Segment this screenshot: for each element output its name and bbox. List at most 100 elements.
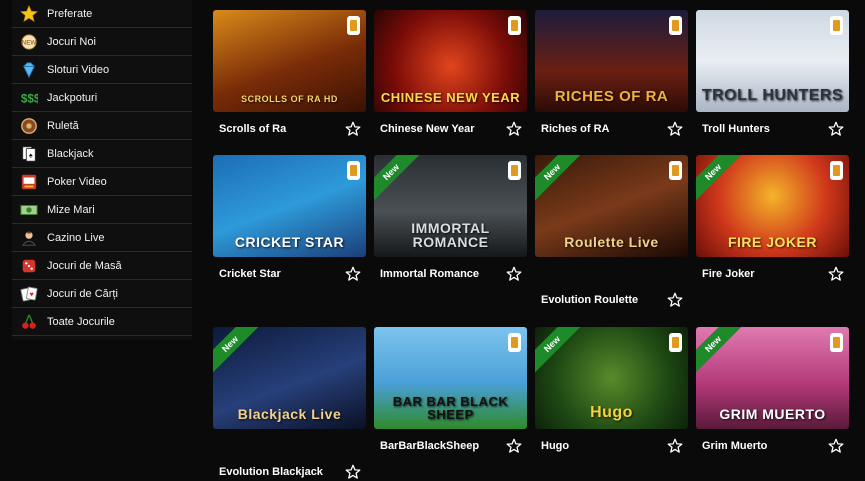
- cards-icon: ♠: [18, 145, 40, 163]
- sidebar-item-blackjack[interactable]: ♠ Blackjack: [12, 140, 192, 168]
- game-art-title: CHINESE NEW YEAR: [380, 90, 521, 105]
- game-thumbnail[interactable]: RICHES OF RA: [535, 10, 688, 112]
- svg-text:NEW: NEW: [22, 39, 37, 46]
- favorite-star-icon[interactable]: [506, 121, 522, 137]
- roulette-icon: [18, 117, 40, 135]
- game-art-title: IMMORTAL ROMANCE: [411, 220, 490, 250]
- game-art-title: CRICKET STAR: [234, 234, 345, 250]
- sidebar-item-ruletă[interactable]: Ruletă: [12, 112, 192, 140]
- mobile-phone-icon: [669, 333, 682, 352]
- sidebar-item-label: Sloturi Video: [47, 63, 110, 76]
- game-thumbnail[interactable]: Roulette Live New: [535, 155, 688, 257]
- game-art-title: TROLL HUNTERS: [701, 87, 844, 104]
- game-card[interactable]: CRICKET STAR Cricket Star: [213, 155, 366, 283]
- sidebar-item-toate-jocurile[interactable]: Toate Jocurile: [12, 308, 192, 336]
- sidebar-item-sloturi-video[interactable]: Sloturi Video: [12, 56, 192, 84]
- game-card[interactable]: FIRE JOKER New Fire Joker: [696, 155, 849, 283]
- sidebar-item-label: Ruletă: [47, 119, 79, 132]
- dice-icon: [18, 257, 40, 275]
- diamond-icon: [18, 61, 40, 79]
- favorite-star-icon[interactable]: [506, 266, 522, 282]
- cash-icon: [18, 201, 40, 219]
- game-art-title: SCROLLS OF RA HD: [241, 94, 338, 104]
- game-card[interactable]: BAR BAR BLACK SHEEP BarBarBlackSheep: [374, 327, 527, 455]
- game-art-title: GRIM MUERTO: [719, 406, 826, 422]
- sidebar-item-label: Cazino Live: [47, 231, 105, 244]
- mobile-phone-icon: [347, 161, 360, 180]
- game-thumbnail[interactable]: CHINESE NEW YEAR: [374, 10, 527, 112]
- game-thumbnail[interactable]: TROLL HUNTERS: [696, 10, 849, 112]
- sidebar-item-preferate[interactable]: Preferate: [12, 0, 192, 28]
- game-thumbnail[interactable]: GRIM MUERTO New: [696, 327, 849, 429]
- game-card[interactable]: CHINESE NEW YEAR Chinese New Year: [374, 10, 527, 138]
- game-title[interactable]: Scrolls of Ra: [219, 123, 286, 135]
- game-card[interactable]: RICHES OF RA Riches of RA: [535, 10, 688, 138]
- game-title[interactable]: Hugo: [541, 440, 569, 452]
- game-art-title: Blackjack Live: [237, 406, 342, 422]
- game-title[interactable]: Riches of RA: [541, 123, 609, 135]
- game-card[interactable]: TROLL HUNTERS Troll Hunters: [696, 10, 849, 138]
- game-thumbnail[interactable]: FIRE JOKER New: [696, 155, 849, 257]
- sidebar-item-jocuri-noi[interactable]: NEW Jocuri Noi: [12, 28, 192, 56]
- game-card[interactable]: Hugo New Hugo: [535, 327, 688, 455]
- game-title[interactable]: BarBarBlackSheep: [380, 440, 479, 452]
- game-title[interactable]: Cricket Star: [219, 268, 281, 280]
- sidebar-item-label: Mize Mari: [47, 203, 95, 216]
- favorite-star-icon[interactable]: [667, 121, 683, 137]
- star-icon: [18, 4, 40, 23]
- sidebar-item-label: Toate Jocurile: [47, 315, 115, 328]
- playing-cards-icon: ♥: [18, 285, 40, 303]
- favorite-star-icon[interactable]: [828, 121, 844, 137]
- mobile-phone-icon: [830, 161, 843, 180]
- sidebar: Preferate NEW Jocuri Noi Sloturi Video $$$ Ja…: [12, 0, 192, 340]
- game-card[interactable]: Blackjack Live New Evolution Blackjack: [213, 327, 366, 481]
- game-card[interactable]: Roulette Live New Evolution Roulette: [535, 155, 688, 309]
- game-title[interactable]: Fire Joker: [702, 268, 755, 280]
- game-card[interactable]: GRIM MUERTO New Grim Muerto: [696, 327, 849, 455]
- game-title[interactable]: Chinese New Year: [380, 123, 475, 135]
- mobile-phone-icon: [669, 161, 682, 180]
- new-ribbon: New: [535, 155, 584, 204]
- sidebar-item-jackpoturi[interactable]: $$$ Jackpoturi: [12, 84, 192, 112]
- mobile-phone-icon: [830, 16, 843, 35]
- favorite-star-icon[interactable]: [828, 438, 844, 454]
- new-ribbon: New: [535, 327, 584, 376]
- mobile-phone-icon: [508, 16, 521, 35]
- game-title[interactable]: Immortal Romance: [380, 268, 479, 280]
- sidebar-item-cazino-live[interactable]: Cazino Live: [12, 224, 192, 252]
- favorite-star-icon[interactable]: [667, 438, 683, 454]
- cherries-icon: [18, 313, 40, 331]
- game-art-title: Hugo: [590, 404, 633, 421]
- dealer-icon: [18, 229, 40, 247]
- favorite-star-icon[interactable]: [506, 438, 522, 454]
- mobile-phone-icon: [508, 333, 521, 352]
- sidebar-item-mize-mari[interactable]: Mize Mari: [12, 196, 192, 224]
- game-thumbnail[interactable]: SCROLLS OF RA HD: [213, 10, 366, 112]
- game-card[interactable]: IMMORTAL ROMANCE New Immortal Romance: [374, 155, 527, 283]
- new-ribbon: New: [696, 155, 745, 204]
- svg-text:$$$: $$$: [21, 92, 38, 105]
- favorite-star-icon[interactable]: [667, 292, 683, 308]
- favorite-star-icon[interactable]: [345, 121, 361, 137]
- game-thumbnail[interactable]: Hugo New: [535, 327, 688, 429]
- game-title[interactable]: Evolution Roulette: [541, 294, 638, 306]
- favorite-star-icon[interactable]: [345, 266, 361, 282]
- poker-machine-icon: [18, 173, 40, 191]
- game-title[interactable]: Evolution Blackjack: [219, 466, 323, 478]
- game-art-title: FIRE JOKER: [727, 234, 817, 250]
- game-thumbnail[interactable]: CRICKET STAR: [213, 155, 366, 257]
- game-thumbnail[interactable]: BAR BAR BLACK SHEEP: [374, 327, 527, 429]
- game-card[interactable]: SCROLLS OF RA HD Scrolls of Ra: [213, 10, 366, 138]
- game-thumbnail[interactable]: Blackjack Live New: [213, 327, 366, 429]
- game-title[interactable]: Troll Hunters: [702, 123, 770, 135]
- favorite-star-icon[interactable]: [828, 266, 844, 282]
- favorite-star-icon[interactable]: [345, 464, 361, 480]
- new-ribbon: New: [696, 327, 745, 376]
- new-badge-icon: NEW: [18, 33, 40, 51]
- sidebar-item-label: Poker Video: [47, 175, 107, 188]
- sidebar-item-poker-video[interactable]: Poker Video: [12, 168, 192, 196]
- game-thumbnail[interactable]: IMMORTAL ROMANCE New: [374, 155, 527, 257]
- sidebar-item-jocuri-de-masă[interactable]: Jocuri de Masă: [12, 252, 192, 280]
- game-title[interactable]: Grim Muerto: [702, 440, 767, 452]
- sidebar-item-jocuri-de-cărți[interactable]: ♥ Jocuri de Cărți: [12, 280, 192, 308]
